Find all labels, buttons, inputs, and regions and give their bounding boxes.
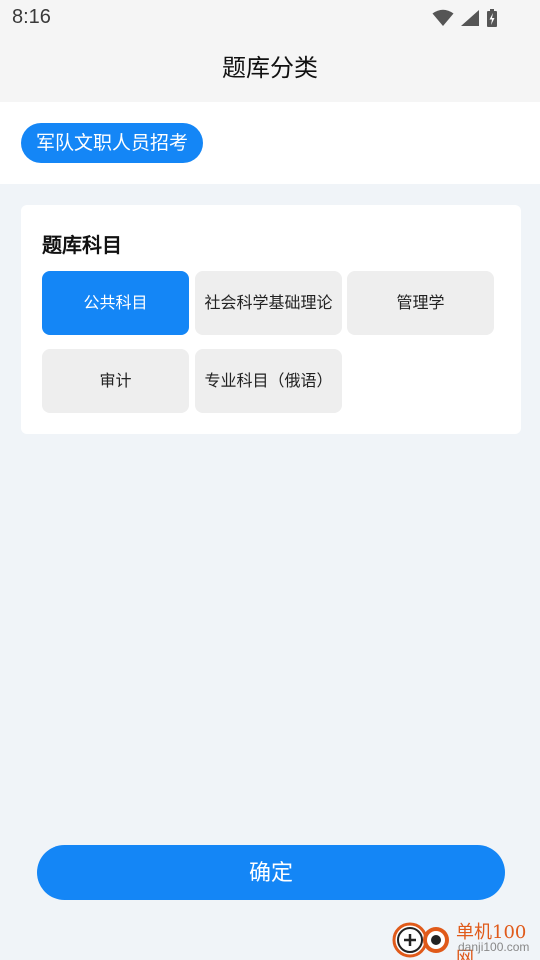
subject-option-management[interactable]: 管理学 (347, 271, 494, 335)
signal-icon (460, 9, 480, 31)
battery-charging-icon (486, 8, 498, 32)
status-bar: 8:16 (0, 0, 540, 36)
wifi-icon (432, 9, 454, 31)
watermark-domain: danji100.com (458, 940, 530, 954)
watermark-logo-icon (390, 918, 454, 960)
category-chip-selected[interactable]: 军队文职人员招考 (21, 123, 204, 163)
watermark: 单机100网 danji100.com (390, 916, 540, 960)
status-icons (432, 8, 498, 32)
subject-option-social-science[interactable]: 社会科学基础理论 (195, 271, 342, 335)
confirm-button[interactable]: 确定 (37, 845, 505, 900)
category-bar: 军队文职人员招考 (0, 102, 540, 184)
title-bar: 题库分类 (0, 36, 540, 102)
card-title: 题库科目 (42, 233, 122, 257)
subject-option-audit[interactable]: 审计 (42, 349, 189, 413)
status-time: 8:16 (12, 6, 51, 28)
screen: 8:16 题库分类 军队文职人员招考 题库科目 公共科目 社会科学基础理论 管理… (0, 0, 540, 960)
subjects-card: 题库科目 公共科目 社会科学基础理论 管理学 审计 专业科目（俄语） (21, 205, 521, 434)
subject-option-public[interactable]: 公共科目 (42, 271, 189, 335)
page-title: 题库分类 (222, 54, 318, 82)
subject-option-russian[interactable]: 专业科目（俄语） (195, 349, 342, 413)
